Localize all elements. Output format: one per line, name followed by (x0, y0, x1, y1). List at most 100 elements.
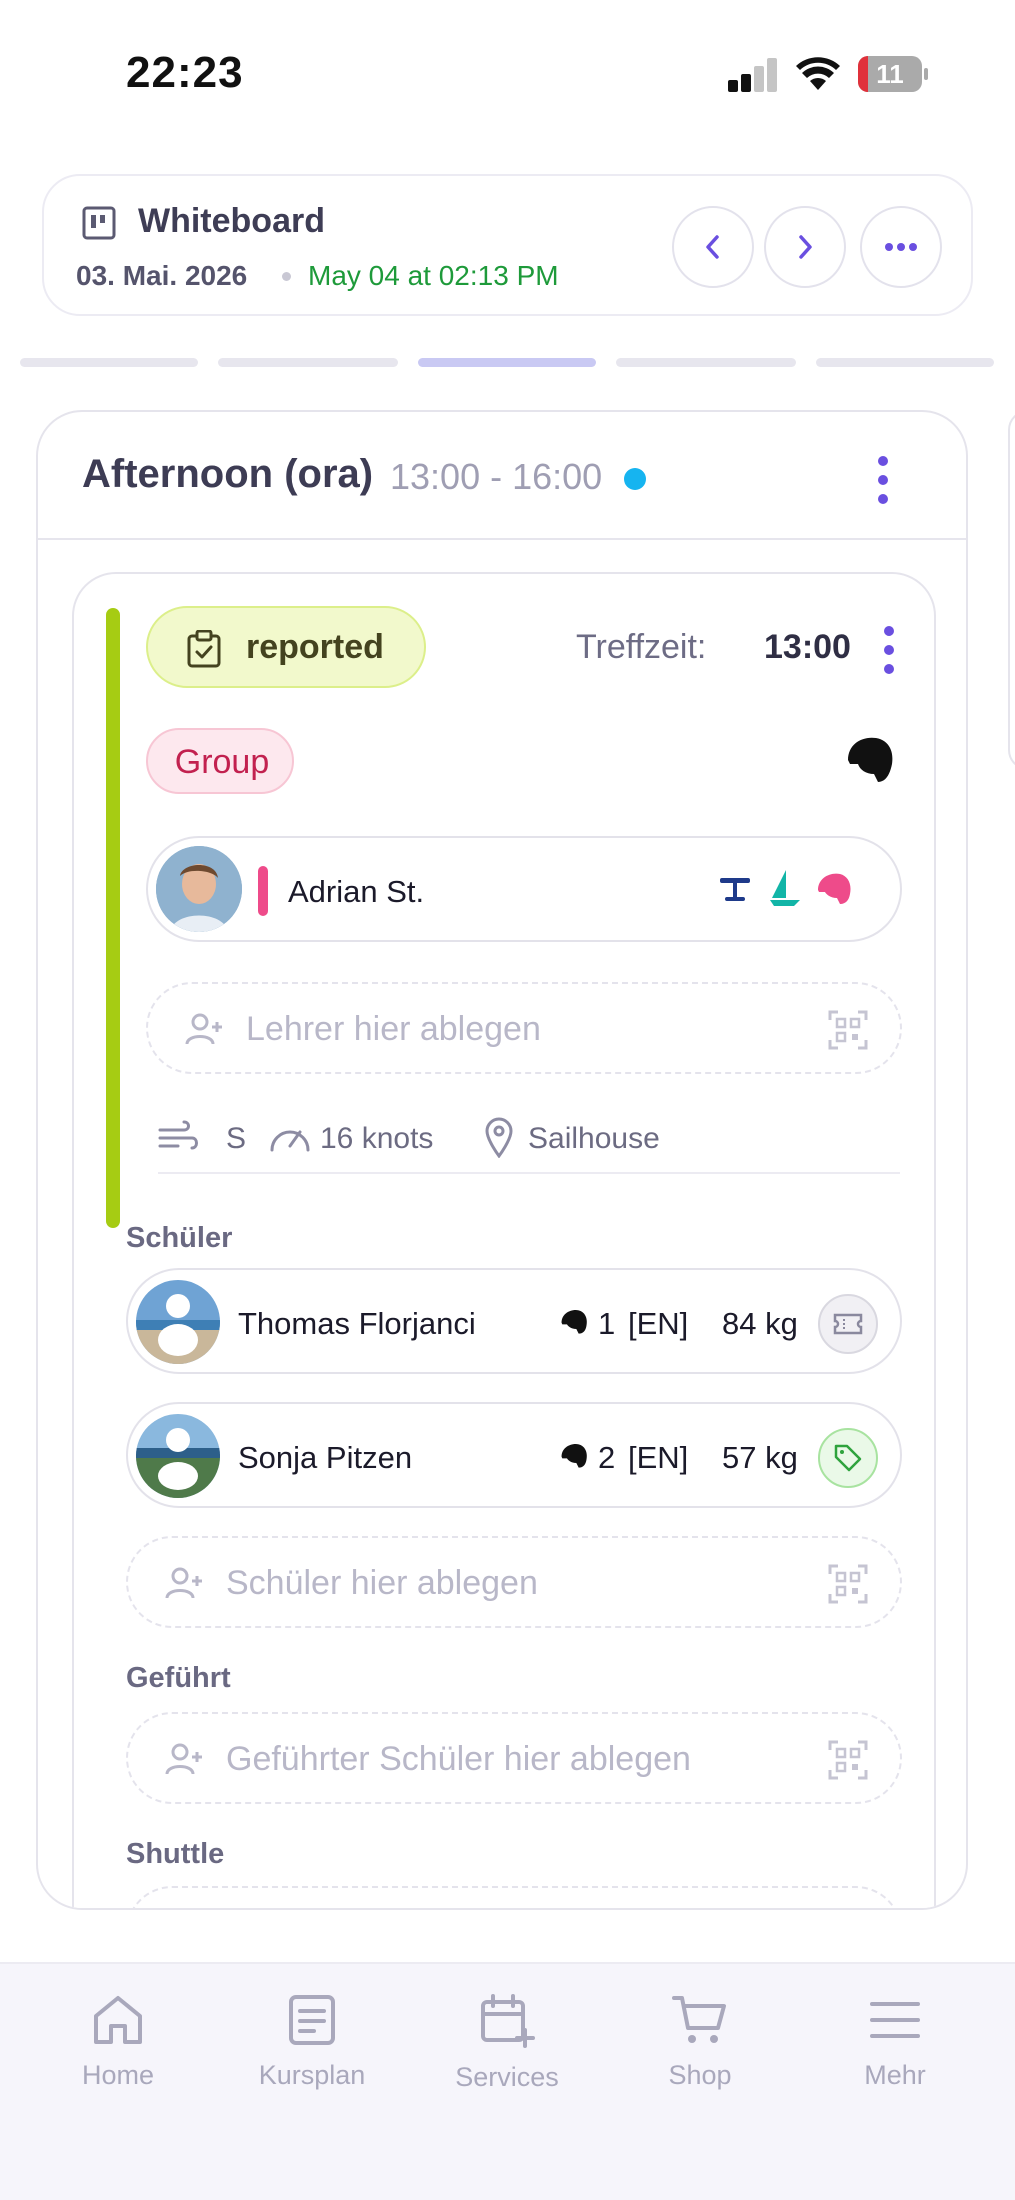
hydrofoil-icon (720, 878, 750, 901)
student-name: Sonja Pitzen (238, 1440, 413, 1475)
status-bar: 22:23 11 (0, 0, 1015, 150)
student-weight: 84 kg (722, 1306, 798, 1341)
next-slot-card-edge[interactable] (1008, 410, 1015, 770)
student-name: Thomas Florjanci (238, 1306, 476, 1341)
student-language: [EN] (628, 1440, 689, 1475)
tab-label: Shop (668, 2060, 732, 2090)
tab-kursplan[interactable]: Kursplan (232, 1994, 392, 2104)
meeting-time-value: 13:00 (764, 628, 851, 666)
bottom-tab-bar: Home Kursplan Services Shop Mehr (0, 1962, 1015, 2200)
student-row[interactable]: Sonja Pitzen 2 [EN] 57 kg (126, 1402, 902, 1508)
calendar-plus-icon (481, 1994, 535, 2048)
helmet-icon (818, 873, 851, 904)
wind-icon (158, 1120, 198, 1150)
clipboard-check-icon (187, 630, 221, 668)
qr-scan-icon[interactable] (828, 1564, 868, 1604)
more-options-button[interactable] (860, 206, 942, 288)
qr-scan-icon[interactable] (828, 1010, 868, 1050)
tag-button[interactable] (818, 1428, 878, 1488)
home-icon (94, 1996, 142, 2044)
students-drop-zone[interactable]: Schüler hier ablegen (126, 1536, 902, 1628)
ticket-icon (833, 1313, 863, 1335)
tab-label: Home (81, 2060, 155, 2090)
more-horizontal-icon (885, 243, 917, 251)
lesson-type-label: Group (174, 743, 270, 781)
teacher-row[interactable]: Adrian St. (146, 836, 902, 942)
student-avatar (136, 1280, 220, 1364)
status-badge[interactable]: reported (146, 606, 426, 688)
student-language: [EN] (628, 1306, 689, 1341)
next-day-button[interactable] (764, 206, 846, 288)
divider (38, 538, 966, 540)
tab-home[interactable]: Home (38, 1994, 198, 2104)
lesson-card[interactable]: reported Treffzeit: 13:00 Group Adrian S… (72, 572, 936, 1908)
teacher-name: Adrian St. (288, 874, 425, 909)
teacher-color-marker (258, 866, 268, 916)
screen: 22:23 11 Whiteboard 03. Mai. 2026 May 04… (0, 0, 1015, 2200)
shuttle-section-label: Shuttle (126, 1838, 225, 1870)
add-user-icon (165, 1567, 202, 1599)
cellular-signal-icon (728, 58, 778, 92)
slot-menu-button[interactable] (876, 456, 890, 504)
cart-icon (672, 1996, 726, 2043)
shuttle-drop-zone[interactable] (126, 1886, 902, 1908)
tab-label: Services (455, 2062, 559, 2092)
helmet-icon (561, 1444, 587, 1468)
lesson-accent-bar (106, 608, 120, 1228)
document-icon (289, 1995, 335, 2045)
add-user-icon (165, 1743, 202, 1775)
tag-icon (834, 1444, 862, 1472)
chevron-right-icon (799, 235, 812, 259)
page-indicator-dot[interactable] (616, 358, 796, 367)
menu-icon (870, 2002, 920, 2038)
ticket-button[interactable] (818, 1294, 878, 1354)
whiteboard-header: Whiteboard 03. Mai. 2026 May 04 at 02:13… (42, 174, 973, 316)
tab-services[interactable]: Services (427, 1994, 587, 2104)
last-updated: May 04 at 02:13 PM (308, 260, 559, 291)
teacher-drop-zone[interactable]: Lehrer hier ablegen (146, 982, 902, 1074)
wind-direction: S (226, 1122, 247, 1155)
separator-dot (282, 272, 291, 281)
meeting-time-label: Treffzeit: (576, 628, 707, 666)
time-slot-card: Afternoon (ora) 13:00 - 16:00 reported T… (36, 410, 968, 1910)
student-avatar (136, 1414, 220, 1498)
student-level: 1 (598, 1306, 616, 1341)
student-row[interactable]: Thomas Florjanci 1 [EN] 84 kg (126, 1268, 902, 1374)
helmet-icon (848, 737, 893, 782)
page-indicator-dot[interactable] (218, 358, 398, 367)
add-user-icon (185, 1013, 222, 1045)
student-level: 2 (598, 1440, 616, 1475)
guided-drop-placeholder: Geführter Schüler hier ablegen (226, 1740, 691, 1778)
teacher-drop-placeholder: Lehrer hier ablegen (246, 1010, 541, 1048)
location-name: Sailhouse (528, 1122, 660, 1155)
lesson-menu-button[interactable] (882, 626, 896, 674)
page-indicator-dot[interactable] (20, 358, 198, 367)
chevron-left-icon (706, 235, 719, 259)
status-label: reported (246, 628, 384, 666)
guided-drop-zone[interactable]: Geführter Schüler hier ablegen (126, 1712, 902, 1804)
divider (158, 1172, 900, 1174)
whiteboard-date: 03. Mai. 2026 (76, 260, 248, 291)
students-section-label: Schüler (126, 1222, 233, 1254)
helmet-icon (561, 1310, 587, 1334)
battery-icon: 11 (858, 56, 928, 92)
student-weight: 57 kg (722, 1440, 798, 1475)
page-indicator-dot[interactable] (816, 358, 994, 367)
tab-shop[interactable]: Shop (620, 1994, 780, 2104)
page-indicator-dot-active[interactable] (418, 358, 596, 367)
previous-day-button[interactable] (672, 206, 754, 288)
tab-label: Mehr (864, 2060, 926, 2090)
whiteboard-icon (82, 206, 116, 240)
clock: 22:23 (126, 48, 244, 97)
lesson-type-badge: Group (146, 728, 294, 794)
slot-time-range: 13:00 - 16:00 (390, 456, 603, 497)
speedometer-icon (270, 1130, 310, 1152)
conditions-row: S 16 knots Sailhouse (158, 1114, 898, 1164)
slot-title: Afternoon (ora) (82, 452, 374, 496)
page-title: Whiteboard (138, 202, 325, 240)
wifi-icon (796, 57, 840, 90)
wind-speed: 16 knots (320, 1122, 434, 1155)
tab-label: Kursplan (258, 2060, 366, 2090)
qr-scan-icon[interactable] (828, 1740, 868, 1780)
tab-mehr[interactable]: Mehr (815, 1994, 975, 2104)
